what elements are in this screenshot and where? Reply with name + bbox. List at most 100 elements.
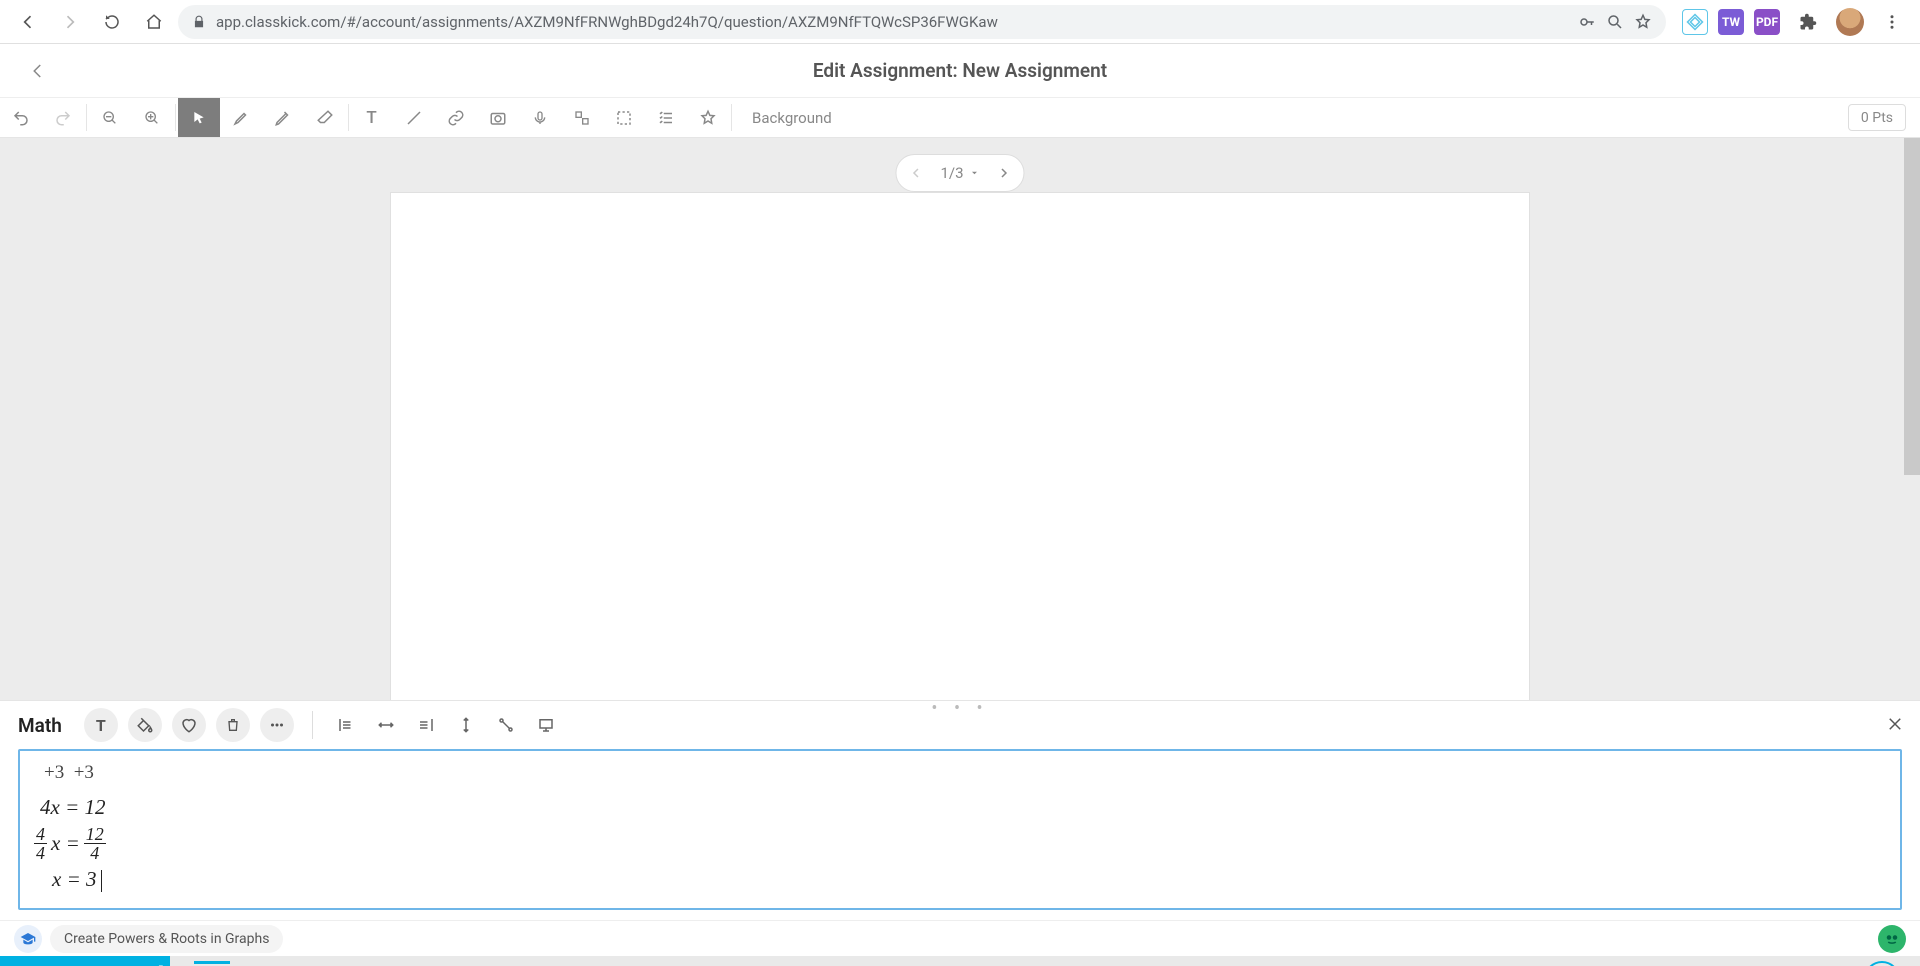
browser-menu-button[interactable] <box>1874 4 1910 40</box>
highlighter-tool-button[interactable] <box>220 98 262 137</box>
chevron-left-icon <box>910 167 922 179</box>
address-bar[interactable]: app.classkick.com/#/account/assignments/… <box>178 5 1666 39</box>
pen-tool-button[interactable] <box>262 98 304 137</box>
screenshot-reader-tab[interactable] <box>614 961 650 966</box>
assistant-avatar-button[interactable] <box>1878 925 1906 953</box>
favorite-button[interactable] <box>172 708 206 742</box>
profile-avatar[interactable] <box>1836 8 1864 36</box>
link-icon <box>447 109 465 127</box>
audio-tool-button[interactable] <box>519 98 561 137</box>
extension-tw-icon[interactable]: TW <box>1718 9 1744 35</box>
text-icon: T <box>366 108 376 128</box>
multiple-choice-tool-button[interactable] <box>645 98 687 137</box>
points-button[interactable]: 0 Pts <box>1848 104 1906 131</box>
node-icon <box>497 716 515 734</box>
pointer-tool-button[interactable] <box>178 98 220 137</box>
key-icon <box>1578 13 1596 31</box>
equatio-tool-group: Σ LᴬTᴇX A Σ <box>170 956 794 966</box>
eraser-tool-button[interactable] <box>304 98 346 137</box>
math-panel-title: Math <box>18 714 62 737</box>
dots-vertical-icon <box>1883 13 1901 31</box>
chevron-right-icon <box>998 167 1010 179</box>
equatio-math-panel: • • • Math T +3 +3 4x = 12 44 x = 124 x … <box>0 700 1920 920</box>
paint-bucket-icon <box>136 716 154 734</box>
graph-editor-tab[interactable] <box>314 961 350 966</box>
speech-input-tab[interactable] <box>434 961 470 966</box>
browser-back-button[interactable] <box>10 4 46 40</box>
dashed-box-icon <box>615 109 633 127</box>
insert-expand-v-button[interactable] <box>451 710 481 740</box>
discover-tab[interactable]: Σ <box>734 961 770 966</box>
equatio-logo-button[interactable]: ΣquatIO <box>0 956 170 966</box>
next-page-button[interactable] <box>998 167 1010 179</box>
stem-tools-tab[interactable] <box>674 961 710 966</box>
insert-left-button[interactable] <box>331 710 361 740</box>
prev-page-button[interactable] <box>910 167 922 179</box>
extension-classkick-icon[interactable] <box>1682 9 1708 35</box>
redo-button[interactable] <box>42 98 84 137</box>
shapes-icon <box>574 110 590 126</box>
list-check-icon <box>657 109 675 127</box>
handwriting-tab[interactable]: A <box>374 961 410 966</box>
math-editor-input[interactable]: +3 +3 4x = 12 44 x = 124 x = 3 <box>18 749 1902 910</box>
extensions-puzzle-button[interactable] <box>1790 4 1826 40</box>
latex-editor-tab[interactable]: LᴬTᴇX <box>254 961 290 966</box>
copy-math-button[interactable] <box>1864 961 1900 966</box>
highlighter-icon <box>232 109 250 127</box>
separator <box>348 104 349 131</box>
separator <box>86 104 87 131</box>
home-icon <box>145 13 163 31</box>
arrows-v-icon <box>457 716 475 734</box>
arrows-h-icon <box>377 716 395 734</box>
background-button[interactable]: Background <box>734 98 850 137</box>
align-left-icon <box>337 716 355 734</box>
insert-expand-h-button[interactable] <box>371 710 401 740</box>
separator <box>731 104 732 131</box>
browser-reload-button[interactable] <box>94 4 130 40</box>
insert-right-button[interactable] <box>411 710 441 740</box>
page-navigator: 1/3 <box>895 154 1024 192</box>
extension-pdf-icon[interactable]: PDF <box>1754 9 1780 35</box>
fill-blank-tool-button[interactable] <box>603 98 645 137</box>
browser-forward-button[interactable] <box>52 4 88 40</box>
sticker-tool-button[interactable] <box>687 98 729 137</box>
link-tool-button[interactable] <box>435 98 477 137</box>
delete-button[interactable] <box>216 708 250 742</box>
screen-mode-button[interactable] <box>531 710 561 740</box>
star-icon[interactable] <box>1634 13 1652 31</box>
presentation-icon <box>537 716 555 734</box>
lock-icon <box>192 15 206 29</box>
page-indicator-text: 1/3 <box>940 164 963 182</box>
text-format-button[interactable]: T <box>84 708 118 742</box>
redo-icon <box>54 109 72 127</box>
page-title: Edit Assignment: New Assignment <box>813 59 1107 82</box>
zoom-in-button[interactable] <box>131 98 173 137</box>
mobile-tab[interactable] <box>494 961 530 966</box>
text-tool-button[interactable]: T <box>351 98 393 137</box>
mathspace-tab[interactable] <box>554 961 590 966</box>
zoom-out-button[interactable] <box>89 98 131 137</box>
canvas-area: 1/3 <box>0 138 1920 700</box>
equatio-right-group <box>1844 956 1920 966</box>
more-options-button[interactable] <box>260 708 294 742</box>
browser-home-button[interactable] <box>136 4 172 40</box>
undo-button[interactable] <box>0 98 42 137</box>
slide-canvas[interactable] <box>390 192 1530 700</box>
text-cursor <box>101 870 102 892</box>
undo-icon <box>12 109 30 127</box>
letter-t-icon: T <box>96 716 106 735</box>
manipulative-tool-button[interactable] <box>561 98 603 137</box>
image-tool-button[interactable] <box>477 98 519 137</box>
vertical-scrollbar[interactable] <box>1904 138 1920 475</box>
pen-icon <box>274 109 292 127</box>
back-button[interactable] <box>20 53 56 89</box>
node-tool-button[interactable] <box>491 710 521 740</box>
reload-icon <box>103 13 121 31</box>
color-fill-button[interactable] <box>128 708 162 742</box>
close-panel-button[interactable] <box>1886 715 1904 733</box>
discover-chip[interactable]: Create Powers & Roots in Graphs <box>14 925 283 953</box>
line-tool-button[interactable] <box>393 98 435 137</box>
equation-editor-tab[interactable]: Σ <box>194 961 230 966</box>
page-indicator-dropdown[interactable]: 1/3 <box>940 164 979 182</box>
panel-drag-handle[interactable]: • • • <box>931 698 988 719</box>
